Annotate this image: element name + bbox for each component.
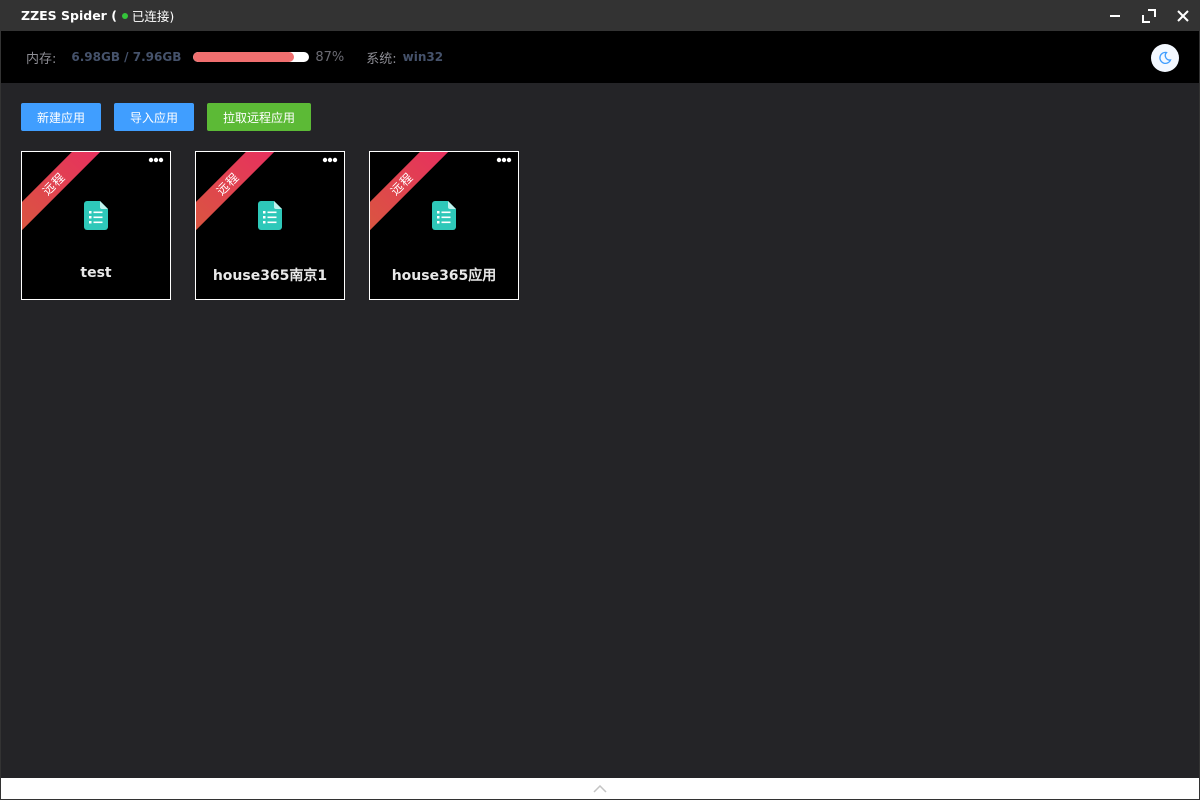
memory-label: 内存: <box>26 51 57 67</box>
memory-progress-fill <box>193 52 295 62</box>
app-card-name: house365应用 <box>391 268 497 284</box>
document-list-icon <box>84 201 108 230</box>
connection-status: 已连接) <box>131 9 175 24</box>
maximize-button[interactable] <box>1132 0 1166 31</box>
document-list-icon <box>258 201 282 230</box>
more-menu-icon[interactable] <box>148 157 164 163</box>
theme-toggle-button[interactable] <box>1151 44 1179 72</box>
more-menu-icon[interactable] <box>496 157 512 163</box>
title-bar: ZZES Spider ( 已连接) <box>0 0 1200 31</box>
system-label: 系统: <box>366 51 397 67</box>
memory-percent: 87% <box>315 49 345 65</box>
close-icon <box>1177 9 1189 22</box>
window-title: ZZES Spider ( 已连接) <box>21 6 174 25</box>
main-window: 内存: 6.98GB / 7.96GB 87% 系统: win32 新建应用 导… <box>1 31 1199 799</box>
connection-status-dot <box>121 12 128 19</box>
new-app-button[interactable]: 新建应用 <box>21 103 102 131</box>
more-menu-icon[interactable] <box>322 157 338 163</box>
memory-progress-bar <box>193 52 310 62</box>
app-card-list: 远程 test 远程 house365南京1 远程 house365应用 <box>21 151 543 300</box>
chevron-up-icon <box>593 784 607 793</box>
app-title: ZZES Spider ( <box>21 8 117 23</box>
bottom-panel-toggle[interactable] <box>1 778 1199 799</box>
app-card-name: test <box>80 265 112 281</box>
minimize-icon <box>1110 14 1120 17</box>
app-card[interactable]: 远程 house365南京1 <box>195 151 345 300</box>
import-app-button[interactable]: 导入应用 <box>114 103 195 131</box>
system-value: win32 <box>402 50 444 64</box>
app-card-name: house365南京1 <box>212 268 328 284</box>
memory-value: 6.98GB / 7.96GB <box>71 50 182 64</box>
minimize-button[interactable] <box>1098 0 1132 31</box>
close-button[interactable] <box>1166 0 1200 31</box>
moon-icon <box>1159 51 1172 64</box>
document-list-icon <box>432 201 456 230</box>
app-card[interactable]: 远程 test <box>21 151 171 300</box>
system-info-bar: 内存: 6.98GB / 7.96GB 87% 系统: win32 <box>1 31 1199 83</box>
app-toolbar: 新建应用 导入应用 拉取远程应用 <box>21 103 324 131</box>
pull-remote-app-button[interactable]: 拉取远程应用 <box>207 103 312 131</box>
maximize-icon <box>1142 8 1156 23</box>
app-card[interactable]: 远程 house365应用 <box>369 151 519 300</box>
window-controls <box>1098 0 1200 31</box>
